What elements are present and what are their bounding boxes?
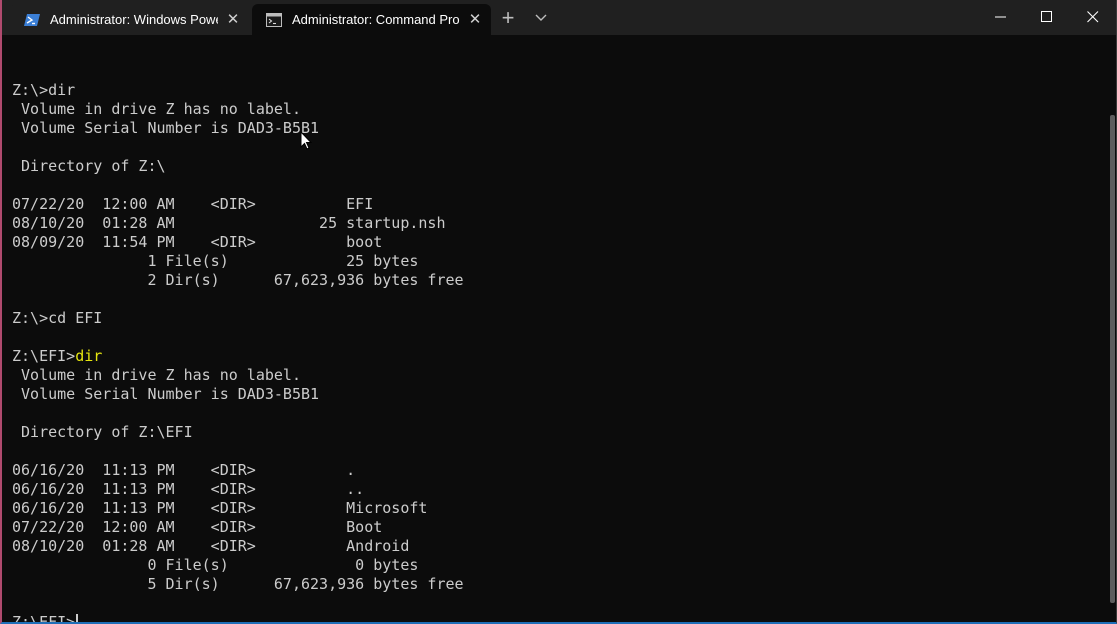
terminal-line-text: Directory of Z:\EFI — [12, 423, 193, 441]
terminal-line-text: 1 File(s) 25 bytes — [12, 252, 419, 270]
terminal-line-text: Z:\EFI> — [12, 613, 76, 624]
terminal-line-text: 2 Dir(s) 67,623,936 bytes free — [12, 271, 464, 289]
terminal-line-text: 06/16/20 11:13 PM <DIR> Microsoft — [12, 499, 428, 517]
terminal-line-text: 0 File(s) 0 bytes — [12, 556, 419, 574]
text-cursor — [76, 614, 79, 622]
terminal-line: 2 Dir(s) 67,623,936 bytes free — [12, 271, 464, 290]
terminal-line-text: Z:\>cd EFI — [12, 309, 103, 327]
chevron-down-icon[interactable] — [533, 12, 549, 24]
minimize-button[interactable] — [978, 0, 1024, 35]
terminal-line-text: 07/22/20 12:00 AM <DIR> Boot — [12, 518, 383, 536]
powershell-icon — [24, 13, 40, 26]
terminal-line-text: Z:\EFI> — [12, 347, 76, 365]
tab-close-icon[interactable]: ✕ — [226, 12, 240, 27]
terminal-line-text: 06/16/20 11:13 PM <DIR> .. — [12, 480, 365, 498]
terminal-output[interactable]: Z:\>dir Volume in drive Z has no label. … — [12, 62, 464, 624]
tab-powershell[interactable]: Administrator: Windows PowerShell ✕ — [10, 4, 248, 35]
terminal-line-text: 08/09/20 11:54 PM <DIR> boot — [12, 233, 383, 251]
terminal-line: 1 File(s) 25 bytes — [12, 252, 464, 271]
terminal-line: Volume in drive Z has no label. — [12, 100, 464, 119]
terminal-line: 07/22/20 12:00 AM <DIR> Boot — [12, 518, 464, 537]
terminal-line: Directory of Z:\EFI — [12, 423, 464, 442]
terminal-line: Z:\>cd EFI — [12, 309, 464, 328]
maximize-button[interactable] — [1024, 0, 1070, 35]
tab-title: Administrator: Command Prompt — [292, 12, 460, 27]
mouse-pointer-icon — [300, 131, 312, 150]
terminal-line: 06/16/20 11:13 PM <DIR> .. — [12, 480, 464, 499]
terminal-line-text: Volume Serial Number is DAD3-B5B1 — [12, 385, 320, 403]
terminal-line-text: Volume Serial Number is DAD3-B5B1 — [12, 119, 320, 137]
terminal-line-text: Z:\>dir — [12, 81, 76, 99]
terminal-line: 06/16/20 11:13 PM <DIR> . — [12, 461, 464, 480]
terminal-window: Administrator: Windows PowerShell ✕ Admi… — [0, 0, 1117, 624]
typed-command: dir — [75, 347, 103, 365]
terminal-line: 08/10/20 01:28 AM <DIR> Android — [12, 537, 464, 556]
terminal-line: Volume in drive Z has no label. — [12, 366, 464, 385]
minimize-icon — [995, 16, 1006, 18]
terminal-line-text: 07/22/20 12:00 AM <DIR> EFI — [12, 195, 374, 213]
close-window-button[interactable] — [1070, 0, 1116, 35]
terminal-line: 08/09/20 11:54 PM <DIR> boot — [12, 233, 464, 252]
terminal-line-text: Volume in drive Z has no label. — [12, 100, 301, 118]
close-icon — [1087, 11, 1099, 23]
terminal-line: 5 Dir(s) 67,623,936 bytes free — [12, 575, 464, 594]
terminal-line: 08/10/20 01:28 AM 25 startup.nsh — [12, 214, 464, 233]
terminal-line: Z:\>dir — [12, 81, 464, 100]
terminal-line-text: Directory of Z:\ — [12, 157, 166, 175]
terminal-line-text: 5 Dir(s) 67,623,936 bytes free — [12, 575, 464, 593]
tab-title: Administrator: Windows PowerShell — [50, 12, 218, 27]
maximize-icon — [1041, 11, 1052, 22]
terminal-line: Volume Serial Number is DAD3-B5B1 — [12, 119, 464, 138]
terminal-line-text: 06/16/20 11:13 PM <DIR> . — [12, 461, 356, 479]
terminal-line: Z:\EFI>dir — [12, 347, 464, 366]
title-bar[interactable]: Administrator: Windows PowerShell ✕ Admi… — [2, 0, 1116, 35]
new-tab-button[interactable]: + — [498, 7, 518, 29]
tab-command-prompt[interactable]: Administrator: Command Prompt ✕ — [252, 4, 491, 35]
terminal-line: 06/16/20 11:13 PM <DIR> Microsoft — [12, 499, 464, 518]
cmd-icon — [266, 12, 282, 27]
tab-close-icon[interactable]: ✕ — [468, 12, 482, 27]
terminal-line-text: 08/10/20 01:28 AM 25 startup.nsh — [12, 214, 446, 232]
terminal-line-text: Volume in drive Z has no label. — [12, 366, 301, 384]
terminal-line: 07/22/20 12:00 AM <DIR> EFI — [12, 195, 464, 214]
terminal-line-text: 08/10/20 01:28 AM <DIR> Android — [12, 537, 410, 555]
terminal-line: Directory of Z:\ — [12, 157, 464, 176]
terminal-line: 0 File(s) 0 bytes — [12, 556, 464, 575]
scrollbar-thumb[interactable] — [1110, 115, 1115, 603]
terminal-line: Volume Serial Number is DAD3-B5B1 — [12, 385, 464, 404]
terminal-line: Z:\EFI> — [12, 613, 464, 624]
